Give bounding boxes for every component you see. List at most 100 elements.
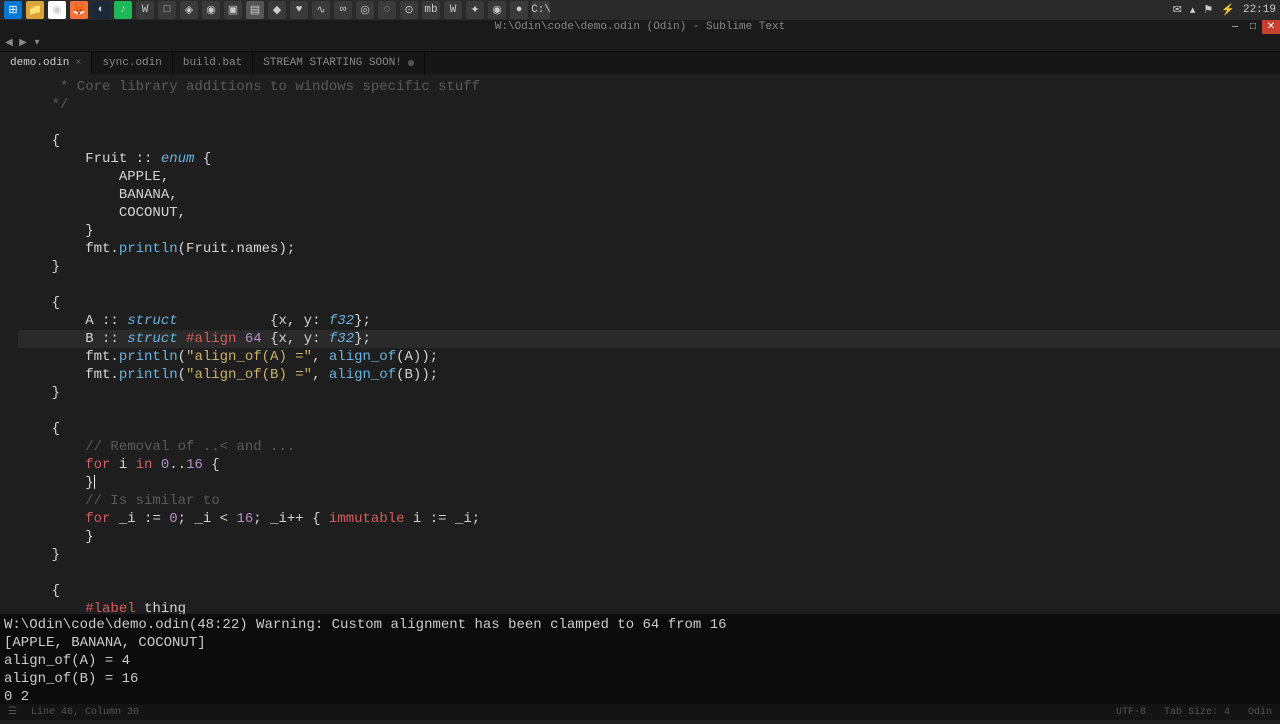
code-text (18, 276, 1280, 294)
code-text: // Removal of ..< and ... (85, 439, 295, 455)
code-text: B :: (18, 331, 127, 347)
code-text: 64 (245, 331, 262, 347)
window-controls: — □ ✕ (1226, 20, 1280, 34)
tab-label: demo.odin (10, 57, 69, 69)
app-icon-11[interactable]: ◌ (378, 1, 396, 19)
nav-back-icon[interactable]: ◀ (2, 36, 16, 50)
maximize-button[interactable]: □ (1244, 20, 1262, 34)
tab-bar: demo.odin × sync.odin build.bat STREAM S… (0, 52, 1280, 74)
code-text: for (85, 511, 110, 527)
code-text: }; (354, 331, 371, 347)
app-icon-16[interactable]: ◉ (488, 1, 506, 19)
app-icon-14[interactable]: W (444, 1, 462, 19)
console-text: align_of(B) = 16 (4, 670, 1276, 688)
clock[interactable]: 22:19 (1243, 4, 1276, 16)
code-text: "align_of(B) =" (186, 367, 312, 383)
code-text: { (194, 151, 211, 167)
app-icon-3[interactable]: ◈ (180, 1, 198, 19)
close-button[interactable]: ✕ (1262, 20, 1280, 34)
window-title: W:\Odin\code\demo.odin (Odin) - Sublime … (495, 21, 785, 33)
app-icon-10[interactable]: ◎ (356, 1, 374, 19)
explorer-icon[interactable]: 📁 (26, 1, 44, 19)
code-text (18, 601, 85, 614)
code-text: {x, y: (178, 313, 329, 329)
tab-build-bat[interactable]: build.bat (173, 52, 253, 74)
app-icon-9[interactable]: ∞ (334, 1, 352, 19)
code-text (18, 493, 85, 509)
code-text: 0 (169, 511, 177, 527)
encoding[interactable]: UTF-8 (1116, 707, 1146, 718)
code-text (236, 331, 244, 347)
nav-down-icon[interactable]: ▾ (30, 36, 44, 50)
code-text (18, 439, 85, 455)
console-text: align_of(A) = 4 (4, 652, 1276, 670)
code-text: , (312, 349, 329, 365)
tray-flag-icon[interactable]: ⚑ (1203, 3, 1213, 17)
app-icon-17[interactable]: ● (510, 1, 528, 19)
code-text: ; _i++ { (253, 511, 329, 527)
code-text: #label (85, 601, 135, 614)
minimize-button[interactable]: — (1226, 20, 1244, 34)
tray-arrow-icon[interactable]: ▴ (1190, 3, 1196, 17)
steam-icon[interactable]: ◐ (92, 1, 110, 19)
code-text: #align (186, 331, 236, 347)
taskbar-apps: ⊞ 📁 ◉ 🦊 ◐ ♪ W □ ◈ ◉ ▣ ▤ ◆ ♥ ∿ ∞ ◎ ◌ ⊙ mb… (4, 1, 550, 19)
code-text: } (18, 529, 94, 545)
firefox-icon[interactable]: 🦊 (70, 1, 88, 19)
tab-size[interactable]: Tab Size: 4 (1164, 707, 1230, 718)
code-text: i := _i; (405, 511, 481, 527)
nav-row: ◀ ▶ ▾ (0, 34, 1280, 52)
app-icon-15[interactable]: ✦ (466, 1, 484, 19)
code-text: struct (127, 313, 177, 329)
start-icon[interactable]: ⊞ (4, 1, 22, 19)
tab-close-icon[interactable]: × (75, 58, 81, 69)
code-text: * Core library additions to windows spec… (18, 79, 480, 95)
tab-sync-odin[interactable]: sync.odin (92, 52, 172, 74)
code-text (18, 457, 85, 473)
app-icon-1[interactable]: W (136, 1, 154, 19)
system-tray: ✉ ▴ ⚑ ⚡ 22:19 (1173, 3, 1276, 17)
code-text: { (18, 583, 60, 599)
app-icon-7[interactable]: ♥ (290, 1, 308, 19)
code-text: A :: (18, 313, 127, 329)
code-text: 16 (186, 457, 203, 473)
panel-switcher-icon[interactable]: ☰ (8, 707, 17, 718)
syntax[interactable]: Odin (1248, 707, 1272, 718)
code-text: } (18, 475, 94, 491)
code-text: ( (178, 367, 186, 383)
tray-envelope-icon[interactable]: ✉ (1173, 3, 1182, 17)
code-text: "align_of(A) =" (186, 349, 312, 365)
cursor-position[interactable]: Line 46, Column 30 (31, 707, 139, 718)
code-text: fmt. (18, 349, 119, 365)
chrome-icon[interactable]: ◉ (48, 1, 66, 19)
nav-forward-icon[interactable]: ▶ (16, 36, 30, 50)
code-text: println (119, 241, 178, 257)
code-text: BANANA, (18, 187, 178, 203)
tab-demo-odin[interactable]: demo.odin × (0, 52, 92, 74)
code-text: ( (178, 349, 186, 365)
code-text: fmt. (18, 241, 119, 257)
build-output-panel[interactable]: W:\Odin\code\demo.odin(48:22) Warning: C… (0, 614, 1280, 714)
app-icon-6[interactable]: ◆ (268, 1, 286, 19)
dirty-dot-icon (408, 60, 414, 66)
code-text: }; (354, 313, 371, 329)
app-icon-12[interactable]: ⊙ (400, 1, 418, 19)
code-editor[interactable]: * Core library additions to windows spec… (0, 74, 1280, 614)
code-text: 16 (236, 511, 253, 527)
code-text: .. (169, 457, 186, 473)
app-icon-8[interactable]: ∿ (312, 1, 330, 19)
app-icon-13[interactable]: mb (422, 1, 440, 19)
code-text: align_of (329, 349, 396, 365)
code-text: immutable (329, 511, 405, 527)
spotify-icon[interactable]: ♪ (114, 1, 132, 19)
code-text: { (18, 133, 60, 149)
app-icon-4[interactable]: ◉ (202, 1, 220, 19)
app-icon-5[interactable]: ▣ (224, 1, 242, 19)
sublime-icon[interactable]: ▤ (246, 1, 264, 19)
code-text: , (312, 367, 329, 383)
tray-network-icon[interactable]: ⚡ (1221, 3, 1235, 17)
app-icon-2[interactable]: □ (158, 1, 176, 19)
app-icon-cmd[interactable]: C:\ (532, 1, 550, 19)
tab-stream-starting[interactable]: STREAM STARTING SOON! (253, 52, 425, 74)
code-text: */ (18, 97, 68, 113)
